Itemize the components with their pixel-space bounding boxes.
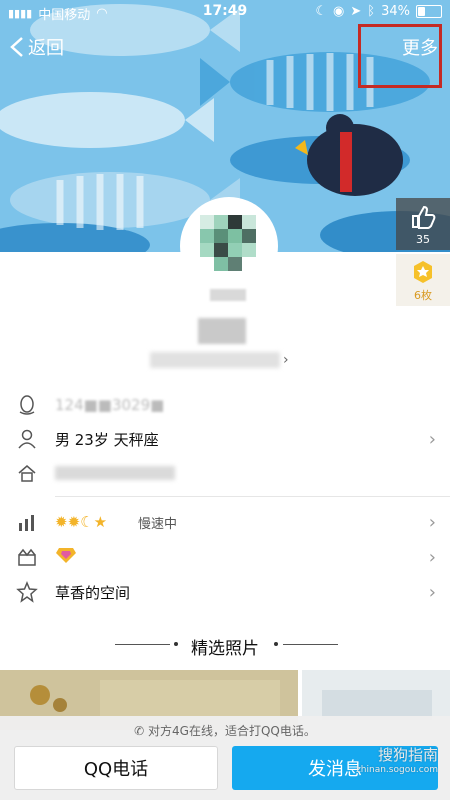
battery-percent: 34% — [381, 4, 410, 19]
avatar-pixelated — [200, 215, 256, 271]
battery-icon — [416, 5, 442, 18]
phone-icon: ✆ — [134, 724, 145, 738]
online-hint-text: 对方4G在线，适合打QQ电话。 — [148, 724, 316, 738]
home-icon — [18, 465, 36, 482]
title-line-right — [283, 644, 338, 645]
diamond-icon — [56, 548, 76, 563]
like-count: 35 — [416, 233, 430, 246]
level-badges: ✹✹☾★ — [55, 513, 107, 531]
online-hint: ✆ 对方4G在线，适合打QQ电话。 — [0, 722, 450, 739]
moon-icon: ☾ — [315, 4, 328, 19]
name-redacted — [198, 318, 246, 344]
like-button[interactable]: 35 — [396, 198, 450, 250]
sun-icon: ✹ — [67, 513, 81, 531]
watermark-text: 搜狗指南 — [377, 746, 438, 764]
gift-icon — [18, 548, 36, 566]
status-bar: ▮▮▮▮ 中国移动 ◠ 17:49 ☾ ◉ ➤ ᛒ 34% — [0, 0, 450, 24]
chevron-left-icon — [10, 37, 23, 57]
star-icon — [16, 581, 38, 603]
chevron-right-icon: › — [428, 428, 436, 450]
qq-number-row: 124■■3029■ — [0, 388, 450, 422]
chevron-right-icon: › — [283, 352, 289, 368]
battery-fill — [418, 7, 425, 16]
medal-count: 6枚 — [414, 289, 432, 302]
watermark-url: zhinan.sogou.com — [356, 765, 438, 775]
location-redacted — [55, 466, 175, 480]
moon-icon: ☾ — [80, 513, 94, 531]
location-row — [0, 456, 450, 490]
watermark: 搜狗指南 zhinan.sogou.com — [356, 744, 438, 775]
star-icon: ★ — [93, 513, 108, 531]
level-row[interactable]: ✹✹☾★ 慢速中 › — [0, 505, 450, 539]
chevron-right-icon: › — [428, 581, 436, 603]
lock-rotation-icon: ◉ — [333, 4, 345, 19]
qq-number: 124■■3029■ — [55, 396, 165, 414]
avatar[interactable] — [180, 197, 278, 295]
featured-title: 精选照片 — [191, 639, 259, 659]
signature-redacted[interactable] — [150, 352, 280, 368]
space-row[interactable]: 草香的空间 › — [0, 575, 450, 609]
person-icon — [18, 429, 36, 449]
title-dot-right — [274, 642, 278, 646]
qq-call-button[interactable]: QQ电话 — [14, 746, 218, 790]
back-label: 返回 — [28, 38, 64, 59]
location-icon: ➤ — [350, 4, 362, 19]
bluetooth-icon: ᛒ — [367, 4, 376, 19]
status-right: ☾ ◉ ➤ ᛒ 34% — [315, 4, 442, 19]
medal-button[interactable]: 6枚 — [396, 254, 450, 306]
profile-row[interactable]: 男 23岁 天秤座 › — [0, 422, 450, 456]
space-label: 草香的空间 — [55, 583, 131, 602]
sun-icon: ✹ — [55, 513, 68, 531]
vip-badge — [55, 546, 77, 568]
thumbs-up-icon — [412, 205, 436, 229]
back-button[interactable]: 返回 — [10, 34, 64, 60]
highlight-annotation — [358, 24, 442, 88]
level-status: 慢速中 — [138, 516, 178, 532]
vip-row[interactable]: › — [0, 540, 450, 574]
profile-summary: 男 23岁 天秤座 — [55, 430, 159, 449]
divider — [55, 496, 450, 497]
chevron-right-icon: › — [428, 546, 436, 568]
star-medal-icon — [414, 261, 432, 283]
chevron-right-icon: › — [428, 511, 436, 533]
qq-penguin-icon — [19, 395, 35, 415]
level-chart-icon — [19, 515, 34, 531]
nickname-redacted — [210, 289, 246, 301]
